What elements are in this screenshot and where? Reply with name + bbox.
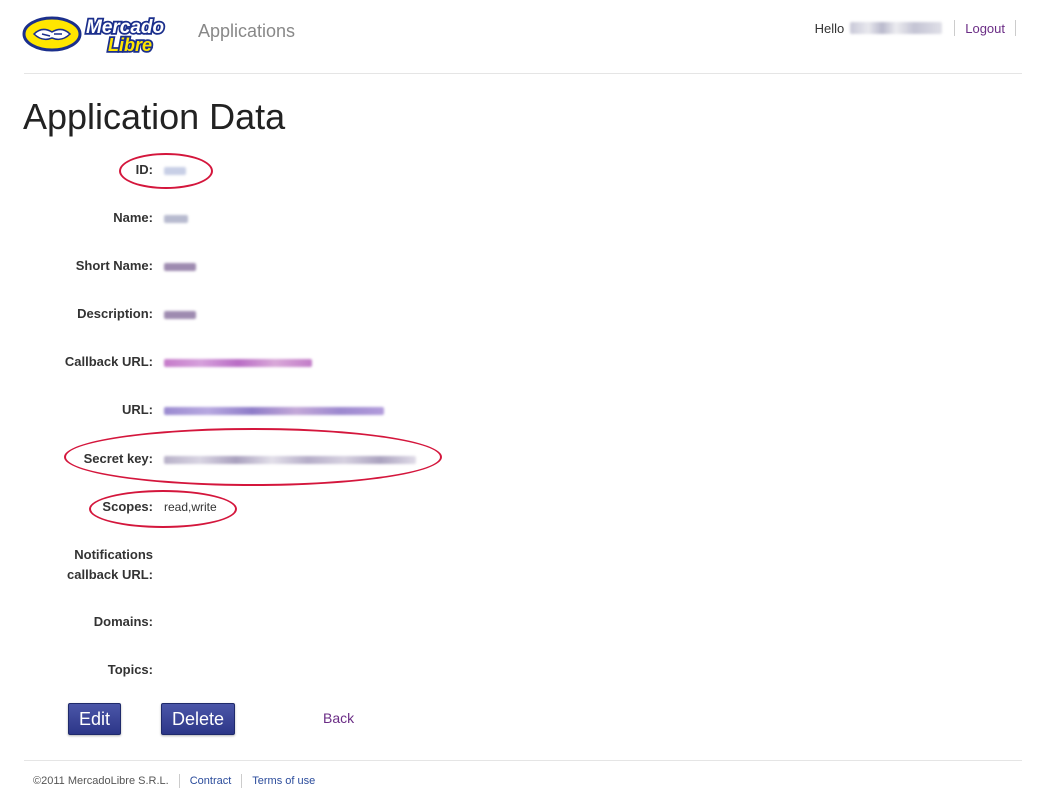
field-label: URL:: [121, 402, 153, 417]
divider: [241, 774, 243, 788]
terms-of-use-link[interactable]: Terms of use: [252, 775, 315, 787]
field-name: Name:: [0, 208, 600, 228]
field-label: Callback URL:: [64, 354, 153, 369]
copyright-text: ©2011 MercadoLibre S.R.L.: [33, 775, 169, 787]
header-divider: [24, 73, 1022, 74]
url-value-redacted: [164, 400, 384, 420]
field-url: URL:: [0, 400, 600, 420]
field-label-line2: callback URL:: [67, 567, 153, 582]
greeting-text: Hello: [814, 20, 845, 36]
field-label: Domains:: [93, 614, 153, 629]
field-label: Description:: [77, 306, 153, 321]
divider: [1015, 20, 1016, 36]
field-callback-url: Callback URL:: [0, 352, 600, 372]
logout-link[interactable]: Logout: [965, 21, 1005, 36]
highlight-oval-scopes: [89, 490, 237, 528]
short-name-value-redacted: [164, 256, 196, 276]
contract-link[interactable]: Contract: [190, 775, 232, 787]
footer-divider: [24, 760, 1022, 761]
brand-line2: Libre: [108, 35, 152, 54]
field-notifications-callback-url: Notifications callback URL:: [0, 545, 600, 585]
name-value-redacted: [164, 208, 188, 228]
app-section-title: Applications: [198, 21, 296, 41]
field-id: ID:: [0, 160, 600, 180]
field-label: Notifications callback URL:: [3, 545, 153, 585]
field-description: Description:: [0, 304, 600, 324]
field-topics: Topics:: [0, 660, 600, 680]
field-short-name: Short Name:: [0, 256, 600, 276]
field-label: Name:: [113, 210, 153, 225]
divider: [954, 20, 956, 36]
highlight-oval-secret-key: [64, 428, 442, 486]
page-title: Application Data: [23, 96, 286, 137]
divider: [178, 774, 180, 788]
header: Mercado Libre Applications Hello Logout: [0, 0, 1037, 74]
user-area: Hello Logout: [815, 20, 1016, 36]
handshake-logo-icon: Mercado Libre: [22, 15, 166, 57]
delete-button[interactable]: Delete: [161, 703, 235, 735]
field-label: Short Name:: [75, 258, 153, 273]
username-redacted: [850, 22, 943, 34]
field-label: Topics:: [107, 662, 153, 677]
highlight-oval-id: [119, 153, 213, 189]
mercadolibre-logo[interactable]: Mercado Libre: [22, 14, 184, 57]
description-value-redacted: [164, 304, 196, 324]
edit-button[interactable]: Edit: [68, 703, 121, 735]
back-link[interactable]: Back: [323, 710, 354, 726]
callback-url-value-redacted: [164, 352, 312, 372]
footer: ©2011 MercadoLibre S.R.L. Contract Terms…: [33, 774, 325, 788]
field-label-line1: Notifications: [74, 547, 153, 562]
field-domains: Domains:: [0, 612, 600, 632]
